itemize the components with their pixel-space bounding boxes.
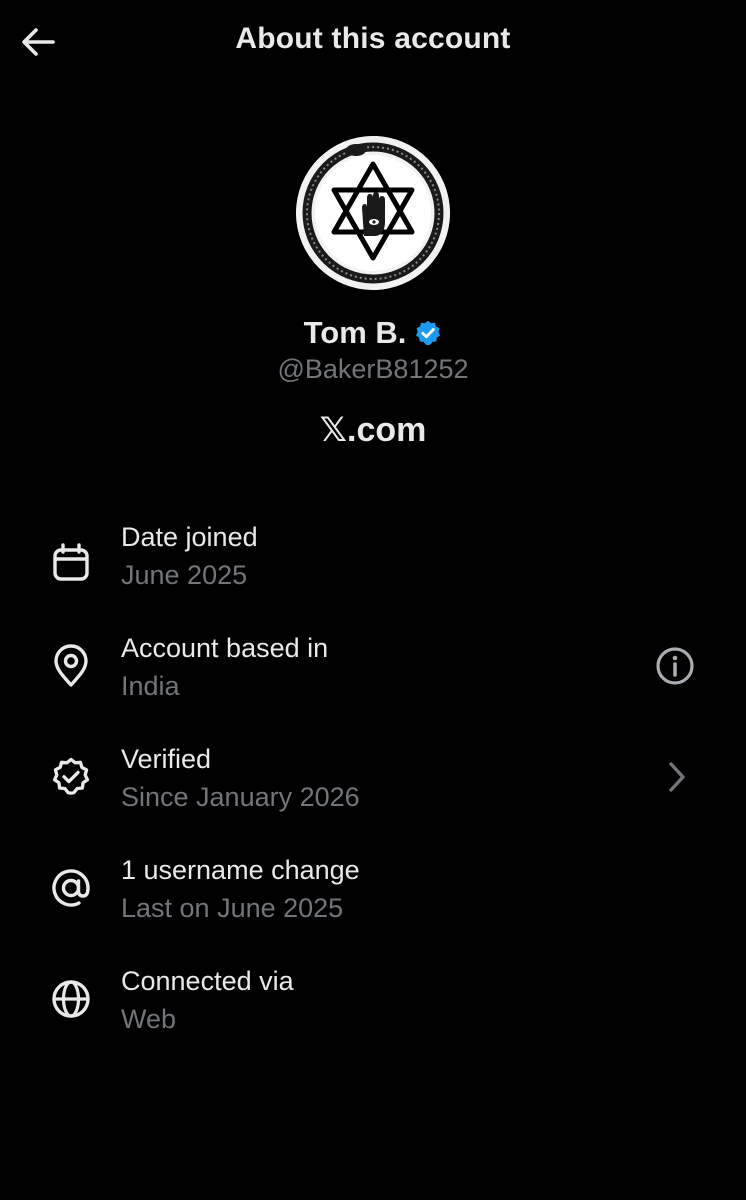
account-based-in-row: Account based in India <box>0 621 746 721</box>
connected-via-row: Connected via Web <box>0 954 746 1054</box>
username-change-value: Last on June 2025 <box>121 893 344 923</box>
connected-via-value: Web <box>121 1004 177 1034</box>
globe-icon <box>48 976 94 1022</box>
hexagram-hand-ouroboros-avatar <box>296 136 450 290</box>
info-button[interactable] <box>652 643 698 689</box>
platform-label: 𝕏.com <box>0 410 746 450</box>
info-icon <box>656 647 694 685</box>
verified-label: Verified <box>121 744 212 774</box>
x-logo-icon: 𝕏 <box>319 410 348 450</box>
date-joined-label: Date joined <box>121 522 258 552</box>
display-name: Tom B. <box>303 315 407 350</box>
location-pin-icon <box>48 643 94 689</box>
avatar[interactable] <box>296 136 450 290</box>
calendar-icon <box>48 540 94 586</box>
date-joined-row: Date joined June 2025 <box>0 510 746 610</box>
verified-row[interactable]: Verified Since January 2026 <box>0 732 746 832</box>
at-sign-icon <box>48 865 94 911</box>
account-based-in-value: India <box>121 671 180 701</box>
profile-name-row: Tom B. <box>0 312 746 354</box>
connected-via-label: Connected via <box>121 966 294 996</box>
account-handle: @BakerB81252 <box>277 354 469 384</box>
verified-check-icon <box>416 320 441 346</box>
platform-domain: .com <box>347 411 427 449</box>
chevron-right-icon <box>669 762 685 792</box>
top-bar: About this account <box>0 0 746 86</box>
username-change-row: 1 username change Last on June 2025 <box>0 843 746 943</box>
username-change-label: 1 username change <box>121 855 360 885</box>
date-joined-value: June 2025 <box>121 560 248 590</box>
page-title: About this account <box>235 22 511 55</box>
verified-badge-outline-icon <box>48 754 94 800</box>
account-based-in-label: Account based in <box>121 633 329 663</box>
verified-chevron-button[interactable] <box>654 754 700 800</box>
verified-value: Since January 2026 <box>121 782 360 812</box>
